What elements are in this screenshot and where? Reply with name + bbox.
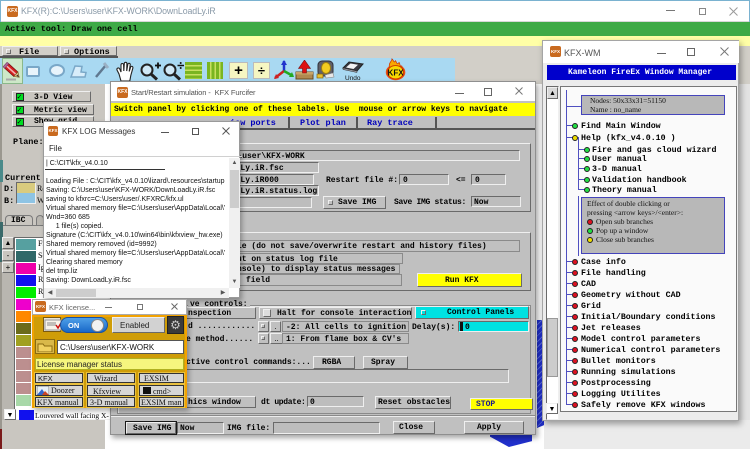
svg-text:KFX: KFX [388,68,405,77]
